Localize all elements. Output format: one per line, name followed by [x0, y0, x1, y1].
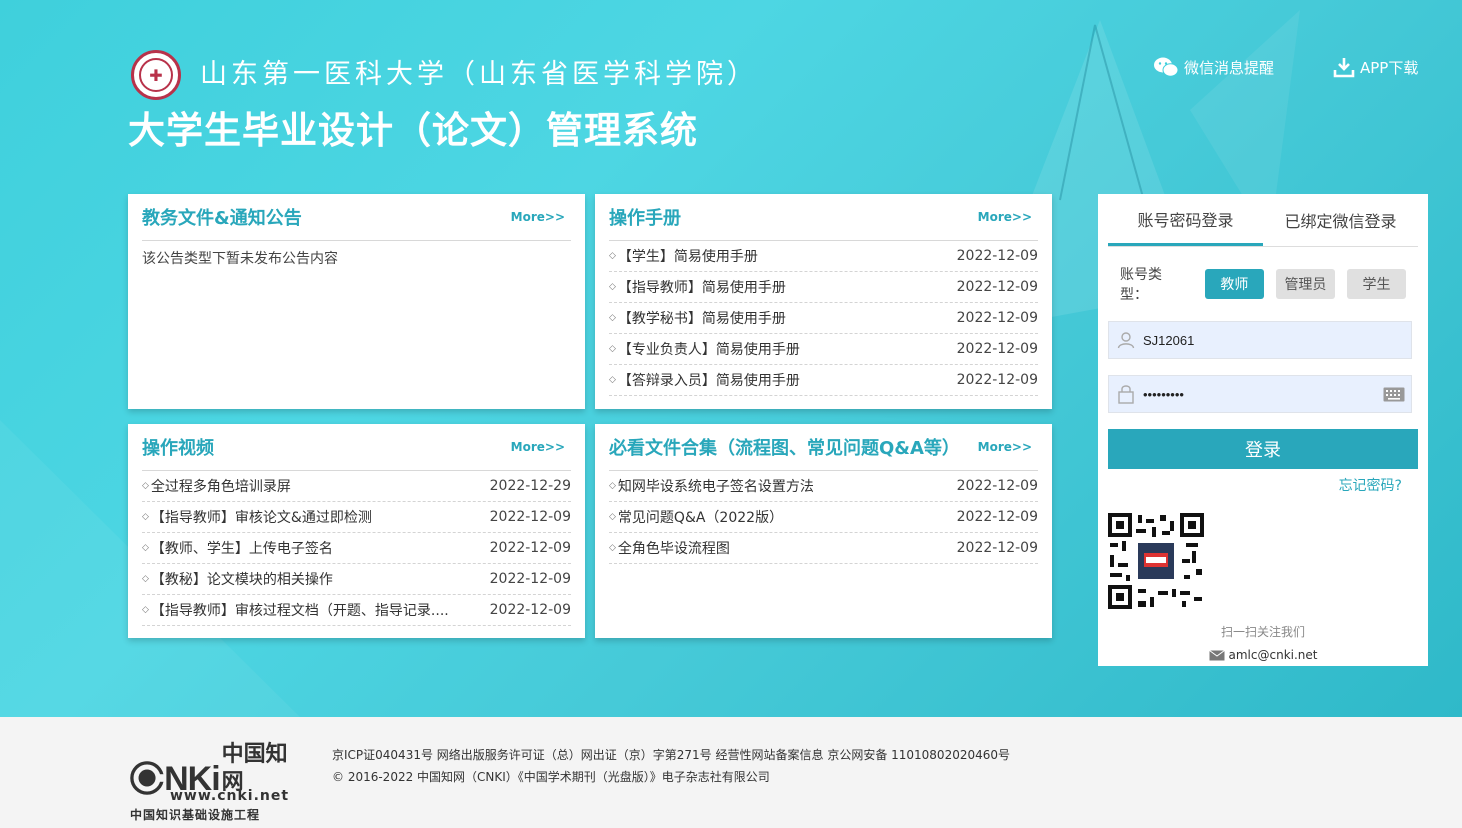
login-tabs: 账号密码登录 已绑定微信登录	[1108, 194, 1418, 247]
docs-more-link[interactable]: More>>	[978, 440, 1032, 454]
username-input[interactable]	[1143, 332, 1363, 348]
university-seal-icon: ✚	[139, 58, 173, 92]
item-date: 2022-12-09	[956, 310, 1038, 326]
item-title[interactable]: 【指导教师】审核论文&通过即检测	[142, 507, 372, 527]
cnki-logo[interactable]: NKi 中国知网 www.cnki.net 中国知识基础设施工程	[130, 740, 305, 822]
docs-panel: 必看文件合集（流程图、常见问题Q&A等） More>> 知网毕设系统电子签名设置…	[595, 424, 1052, 638]
manual-header: 操作手册 More>>	[609, 194, 1038, 241]
qr-caption: 扫一扫关注我们	[1220, 625, 1305, 639]
contact-email-text[interactable]: amlc@cnki.net	[1229, 648, 1318, 662]
mail-icon	[1208, 649, 1225, 660]
university-name: 山东第一医科大学（山东省医学科学院）	[200, 59, 758, 90]
item-date: 2022-12-09	[489, 602, 571, 618]
system-title: 大学生毕业设计（论文）管理系统	[128, 109, 698, 152]
item-title[interactable]: 【专业负责人】简易使用手册	[609, 339, 800, 359]
manual-more-link[interactable]: More>>	[978, 210, 1032, 224]
manual-list: 【学生】简易使用手册 2022-12-09 【指导教师】简易使用手册 2022-12…	[609, 241, 1038, 396]
item-title[interactable]: 【教师、学生】上传电子签名	[142, 538, 333, 558]
qr-code-image	[1108, 513, 1204, 609]
item-date: 2022-12-09	[956, 478, 1038, 494]
cnki-globe-icon	[130, 761, 165, 795]
lock-icon	[1118, 385, 1134, 404]
tab-password-login[interactable]: 账号密码登录	[1108, 194, 1263, 246]
list-item[interactable]: 【教学秘书】简易使用手册 2022-12-09	[609, 303, 1038, 334]
item-title[interactable]: 知网毕设系统电子签名设置方法	[609, 476, 814, 496]
item-title[interactable]: 【教学秘书】简易使用手册	[609, 308, 786, 328]
item-title[interactable]: 常见问题Q&A（2022版）	[609, 507, 783, 527]
item-title[interactable]: 【指导教师】审核过程文档（开题、指导记录....	[142, 600, 449, 620]
list-item[interactable]: 【专业负责人】简易使用手册 2022-12-09	[609, 334, 1038, 365]
list-item[interactable]: 【指导教师】审核过程文档（开题、指导记录.... 2022-12-09	[142, 595, 571, 626]
role-student-button[interactable]: 学生	[1346, 269, 1407, 299]
manual-panel: 操作手册 More>> 【学生】简易使用手册 2022-12-09 【指导教师】简…	[595, 194, 1052, 409]
videos-panel: 操作视频 More>> 全过程多角色培训录屏 2022-12-29 【指导教师】审…	[128, 424, 585, 638]
forgot-password-link[interactable]: 忘记密码?	[1108, 475, 1402, 495]
notices-title: 教务文件&通知公告	[142, 208, 302, 229]
wechat-reminder-label: 微信消息提醒	[1184, 58, 1275, 77]
list-item[interactable]: 【答辩录入员】简易使用手册 2022-12-09	[609, 365, 1038, 396]
list-item[interactable]: 【指导教师】审核论文&通过即检测 2022-12-09	[142, 502, 571, 533]
cnki-logo-subtitle: 中国知识基础设施工程	[130, 808, 261, 822]
list-item[interactable]: 全过程多角色培训录屏 2022-12-29	[142, 471, 571, 502]
username-field	[1108, 321, 1412, 359]
docs-list: 知网毕设系统电子签名设置方法 2022-12-09 常见问题Q&A（2022版） 2…	[609, 471, 1038, 564]
notices-panel: 教务文件&通知公告 More>> 该公告类型下暂未发布公告内容	[128, 194, 585, 409]
notices-header: 教务文件&通知公告 More>>	[142, 194, 571, 241]
list-item[interactable]: 全角色毕设流程图 2022-12-09	[609, 533, 1038, 564]
list-item[interactable]: 【教秘】论文模块的相关操作 2022-12-09	[142, 564, 571, 595]
footer-copyright-line: © 2016-2022 中国知网（CNKI）《中国学术期刊（光盘版）》电子杂志社…	[332, 770, 770, 784]
videos-more-link[interactable]: More>>	[511, 440, 565, 454]
docs-title: 必看文件合集（流程图、常见问题Q&A等）	[609, 438, 960, 459]
app-download-link[interactable]: APP下载	[1333, 56, 1418, 78]
notices-empty-message: 该公告类型下暂未发布公告内容	[142, 251, 338, 267]
role-teacher-button[interactable]: 教师	[1204, 269, 1264, 299]
footer-license-line: 京ICP证040431号 网络出版服务许可证（总）网出证（京）字第271号 经营…	[332, 748, 1011, 762]
password-field	[1108, 375, 1412, 413]
role-admin-button[interactable]: 管理员	[1275, 269, 1335, 299]
item-date: 2022-12-09	[956, 279, 1038, 295]
manual-title: 操作手册	[609, 208, 681, 229]
user-icon	[1117, 332, 1135, 349]
list-item[interactable]: 知网毕设系统电子签名设置方法 2022-12-09	[609, 471, 1038, 502]
contact-email[interactable]: amlc@cnki.net	[1108, 648, 1418, 662]
list-item[interactable]: 【指导教师】简易使用手册 2022-12-09	[609, 272, 1038, 303]
wechat-reminder-link[interactable]: 微信消息提醒	[1153, 56, 1274, 78]
list-item[interactable]: 【教师、学生】上传电子签名 2022-12-09	[142, 533, 571, 564]
item-title[interactable]: 【教秘】论文模块的相关操作	[142, 569, 333, 589]
item-title[interactable]: 全角色毕设流程图	[609, 538, 730, 558]
item-date: 2022-12-09	[956, 248, 1038, 264]
list-item[interactable]: 常见问题Q&A（2022版） 2022-12-09	[609, 502, 1038, 533]
videos-header: 操作视频 More>>	[142, 424, 571, 471]
item-date: 2022-12-09	[956, 372, 1038, 388]
item-title[interactable]: 全过程多角色培训录屏	[142, 476, 291, 496]
item-date: 2022-12-09	[489, 540, 571, 556]
password-input[interactable]	[1143, 386, 1363, 402]
app-download-label: APP下载	[1360, 58, 1419, 77]
notices-more-link[interactable]: More>>	[511, 210, 565, 224]
item-date: 2022-12-09	[489, 571, 571, 587]
account-type-row: 账号类型： 教师 管理员 学生	[1108, 264, 1418, 304]
list-item[interactable]: 【学生】简易使用手册 2022-12-09	[609, 241, 1038, 272]
tab-wechat-login[interactable]: 已绑定微信登录	[1263, 194, 1418, 246]
videos-list: 全过程多角色培训录屏 2022-12-29 【指导教师】审核论文&通过即检测 202…	[142, 471, 571, 626]
university-logo: ✚	[131, 50, 181, 100]
item-date: 2022-12-09	[489, 509, 571, 525]
keyboard-icon[interactable]	[1383, 387, 1405, 402]
item-title[interactable]: 【学生】简易使用手册	[609, 246, 758, 266]
item-title[interactable]: 【答辩录入员】简易使用手册	[609, 370, 800, 390]
wechat-icon	[1154, 57, 1179, 77]
videos-title: 操作视频	[142, 438, 214, 459]
docs-header: 必看文件合集（流程图、常见问题Q&A等） More>>	[609, 424, 1038, 471]
item-date: 2022-12-09	[956, 509, 1038, 525]
cnki-logo-url: www.cnki.net	[170, 788, 290, 804]
item-date: 2022-12-29	[489, 478, 571, 494]
download-icon	[1333, 58, 1355, 78]
item-date: 2022-12-09	[956, 341, 1038, 357]
item-date: 2022-12-09	[956, 540, 1038, 556]
account-type-label: 账号类型：	[1120, 267, 1162, 303]
login-button[interactable]: 登录	[1108, 429, 1418, 469]
item-title[interactable]: 【指导教师】简易使用手册	[609, 277, 786, 297]
login-panel: 账号密码登录 已绑定微信登录 账号类型： 教师 管理员 学生 登录 忘记密码?	[1098, 194, 1428, 666]
